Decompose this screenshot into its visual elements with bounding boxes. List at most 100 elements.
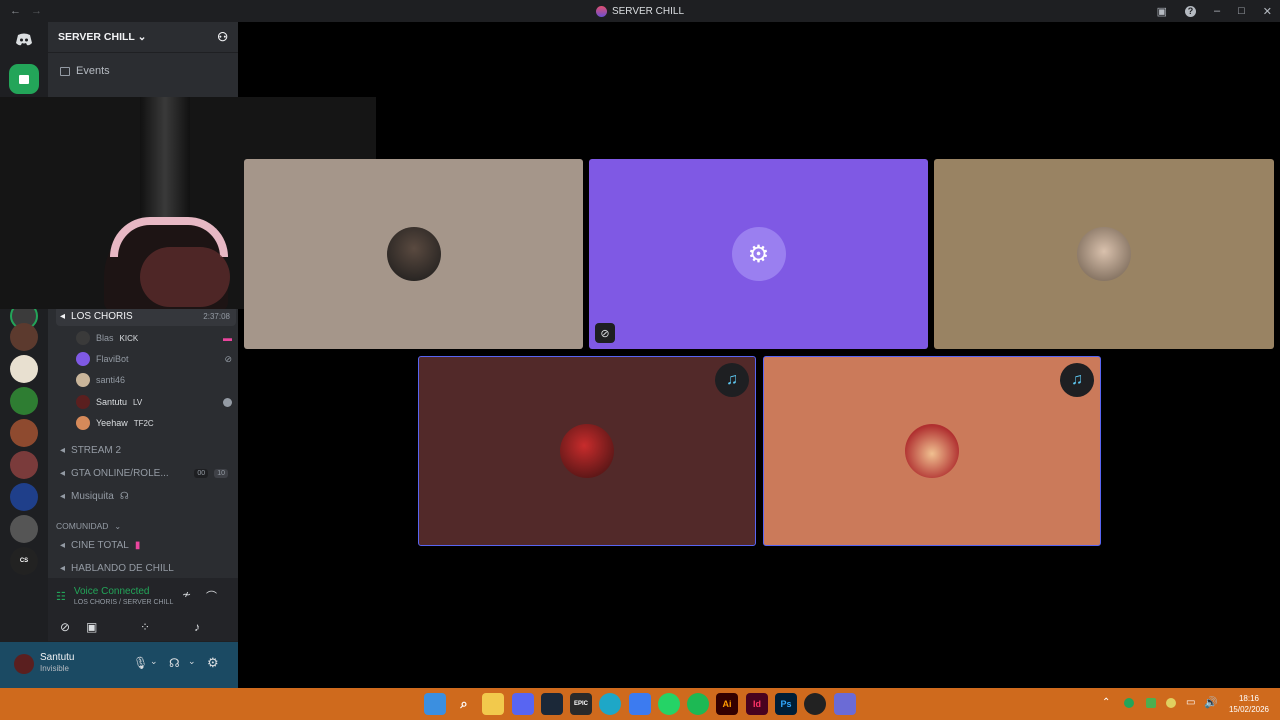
server-icon[interactable]	[10, 387, 38, 415]
server-icon-chill[interactable]	[9, 64, 39, 94]
voice-channel-active[interactable]: ◂ LOS CHORIS 2:37:08	[56, 306, 236, 326]
forward-arrow-icon[interactable]: →	[31, 5, 42, 17]
indesign-icon[interactable]: Id	[746, 693, 768, 715]
tray-chevron-icon[interactable]: ⌃	[1102, 697, 1110, 708]
deafened-icon	[223, 397, 232, 407]
server-icon[interactable]	[10, 515, 38, 543]
speaker-icon: ◂	[60, 467, 66, 479]
soundboard-icon[interactable]: ♪	[194, 620, 200, 634]
windows-start-icon[interactable]	[424, 693, 446, 715]
tray-app-icon[interactable]	[1166, 698, 1176, 708]
screen-share-icon[interactable]: ▣	[86, 620, 97, 634]
user-name: santi46	[96, 375, 126, 385]
app-icon[interactable]	[834, 693, 856, 715]
epic-games-icon[interactable]: EPIC	[570, 693, 592, 715]
whatsapp-icon[interactable]	[658, 693, 680, 715]
search-icon[interactable]: ⌕	[453, 693, 475, 715]
participant-tile-bot[interactable]: ⚙ ⊘	[589, 159, 928, 349]
steam-icon[interactable]	[541, 693, 563, 715]
activities-icon[interactable]: ⁘	[140, 620, 150, 634]
server-icon[interactable]	[10, 323, 38, 351]
microphone-icon[interactable]: 🎙	[133, 656, 148, 670]
spotify-icon[interactable]	[687, 693, 709, 715]
maximize-icon[interactable]: □	[1238, 5, 1245, 17]
music-note-icon: ♫	[1060, 363, 1094, 397]
participant-avatar	[905, 424, 959, 478]
app-icon[interactable]	[629, 693, 651, 715]
participant-tile[interactable]	[244, 159, 583, 349]
settings-gear-icon[interactable]: ⚙	[207, 655, 219, 671]
voice-channel[interactable]: ◂ HABLANDO DE CHILL	[56, 558, 236, 578]
back-arrow-icon[interactable]: ←	[10, 5, 21, 17]
server-icon[interactable]: CS	[10, 547, 38, 575]
avatar	[76, 352, 90, 366]
participant-tile[interactable]: ♫	[763, 356, 1101, 546]
server-icon[interactable]	[10, 419, 38, 447]
chevron-down-icon[interactable]: ⌄	[150, 656, 158, 667]
tray-app-icon[interactable]	[1124, 698, 1134, 708]
voice-user[interactable]: Blas KICK ▬	[76, 328, 232, 348]
minimize-icon[interactable]: –	[1214, 5, 1220, 17]
channel-name: Musiquita	[71, 490, 114, 502]
voice-user[interactable]: Yeehaw TF2C	[76, 413, 232, 433]
signal-icon[interactable]: ☷	[56, 590, 66, 603]
headphones-icon: ☊	[119, 490, 129, 502]
discord-home-icon[interactable]	[10, 26, 38, 54]
participant-tile[interactable]: ♫	[418, 356, 756, 546]
speaker-icon: ◂	[60, 539, 66, 551]
server-icon[interactable]	[10, 355, 38, 383]
voice-channel[interactable]: ◂ CINE TOTAL ▮	[56, 535, 236, 555]
participant-avatar	[386, 227, 441, 281]
speaker-icon: ◂	[60, 444, 66, 456]
file-explorer-icon[interactable]	[482, 693, 504, 715]
events-item[interactable]: Events	[48, 53, 238, 89]
help-icon[interactable]: ?	[1185, 5, 1196, 17]
user-name[interactable]: Santutu	[40, 652, 74, 663]
voice-channel[interactable]: ◂ STREAM 2	[56, 440, 236, 460]
chevron-down-icon[interactable]: ⌄	[188, 656, 196, 667]
user-name: FlaviBot	[96, 354, 129, 364]
server-header[interactable]: SERVER CHILL ⌄ ⚇	[48, 22, 238, 53]
server-icon[interactable]	[10, 451, 38, 479]
clock-date[interactable]: 15/02/2026	[1224, 704, 1274, 715]
speaker-icon: ◂	[60, 490, 66, 502]
voice-user[interactable]: FlaviBot ⊘	[76, 349, 232, 369]
voice-status[interactable]: Voice Connected	[74, 586, 173, 597]
participant-tile[interactable]	[934, 159, 1274, 349]
popcorn-icon: ▮	[134, 539, 141, 551]
volume-icon[interactable]: 🔊	[1204, 696, 1218, 709]
user-avatar[interactable]	[14, 654, 34, 674]
discord-app-icon[interactable]	[512, 693, 534, 715]
category-header[interactable]: COMUNIDAD ⌄	[52, 516, 232, 536]
voice-channel[interactable]: ◂ GTA ONLINE/ROLE... 00 10	[56, 463, 236, 483]
headphones-icon[interactable]: ☊	[169, 656, 180, 670]
channel-name: STREAM 2	[71, 444, 122, 456]
status-tag: LV	[133, 397, 143, 407]
disconnect-icon[interactable]: ⌒	[206, 588, 217, 604]
voice-channel[interactable]: ◂ Musiquita ☊	[56, 486, 236, 506]
edge-browser-icon[interactable]	[599, 693, 621, 715]
add-member-icon[interactable]: ⚇	[217, 30, 228, 44]
clock-time[interactable]: 18:16	[1224, 693, 1274, 704]
voice-user[interactable]: Santutu LV	[76, 392, 232, 412]
tray-app-icon[interactable]	[1146, 698, 1156, 708]
voice-user[interactable]: santi46	[76, 370, 232, 390]
inbox-icon[interactable]: ▣	[1157, 5, 1167, 18]
chevron-down-icon: ⌄	[114, 521, 122, 531]
voice-location[interactable]: LOS CHORIS / SERVER CHILL	[74, 599, 173, 606]
avatar	[76, 331, 90, 345]
server-name: SERVER CHILL	[58, 31, 135, 43]
obs-icon[interactable]	[804, 693, 826, 715]
noise-suppression-icon[interactable]: ≁	[182, 588, 191, 601]
user-limit-badge: 10	[214, 468, 228, 478]
close-icon[interactable]: ✕	[1263, 5, 1272, 18]
windows-taskbar: ⌕ EPIC Ai Id Ps ⌃ ▭ 🔊 18:16 15/02/2026	[0, 688, 1280, 720]
illustrator-icon[interactable]: Ai	[716, 693, 738, 715]
participant-avatar	[1077, 227, 1131, 281]
events-label: Events	[76, 65, 110, 77]
photoshop-icon[interactable]: Ps	[775, 693, 797, 715]
server-icon[interactable]	[10, 483, 38, 511]
camera-off-icon[interactable]: ⊘	[52, 620, 78, 634]
network-icon[interactable]: ▭	[1186, 697, 1195, 708]
category-name: COMUNIDAD	[56, 521, 109, 531]
